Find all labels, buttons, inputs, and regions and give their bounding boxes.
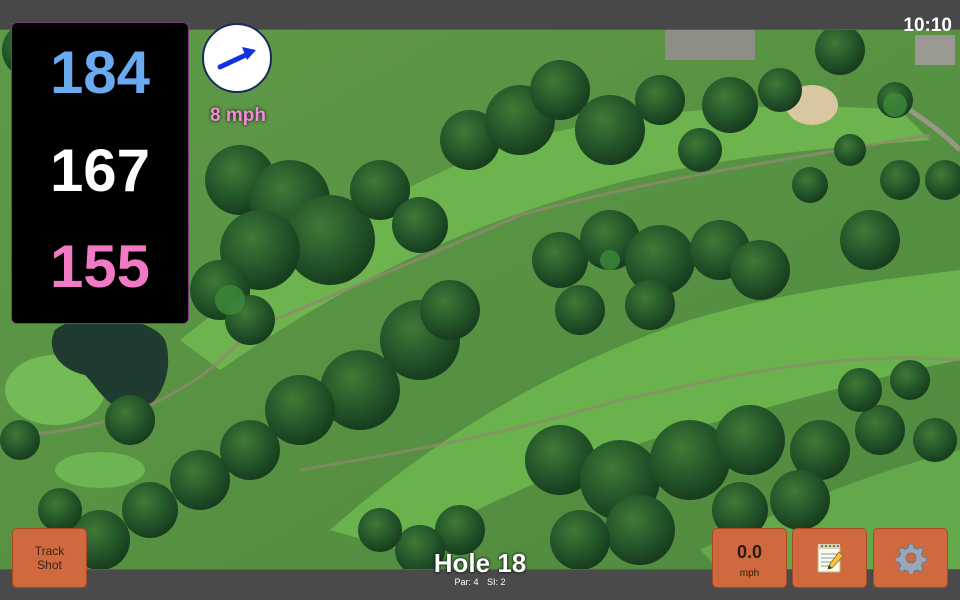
arrow-icon [217, 47, 256, 70]
speed-value: 0.0 [736, 541, 763, 562]
track-shot-label-line2: Shot [37, 558, 62, 572]
gear-icon [894, 543, 927, 574]
notepad-icon [817, 544, 844, 573]
golf-gps-screen: 10:10 184 167 155 8 mph Track Shot Hole … [0, 0, 960, 600]
hole-stroke-index: SI: 2 [487, 577, 506, 587]
center-distance: 167 [49, 137, 151, 204]
settings-button[interactable] [873, 528, 948, 588]
wind-speed: 8 mph [210, 105, 266, 126]
hole-details: Par: 4 SI: 2 [400, 577, 560, 587]
hole-par: Par: 4 [454, 577, 479, 587]
status-time: 10:10 [903, 15, 952, 36]
wind-direction-dial [202, 23, 272, 93]
track-shot-button[interactable]: Track Shot [12, 528, 87, 588]
track-shot-label-line1: Track [34, 544, 65, 558]
front-distance: 155 [49, 233, 151, 300]
speed-button[interactable]: 0.0 mph [712, 528, 787, 588]
hole-title: Hole 18 [433, 548, 527, 578]
speed-unit: mph [739, 567, 760, 579]
distance-panel: 184 167 155 [11, 22, 189, 324]
back-distance: 184 [49, 39, 151, 106]
notes-button[interactable] [792, 528, 867, 588]
